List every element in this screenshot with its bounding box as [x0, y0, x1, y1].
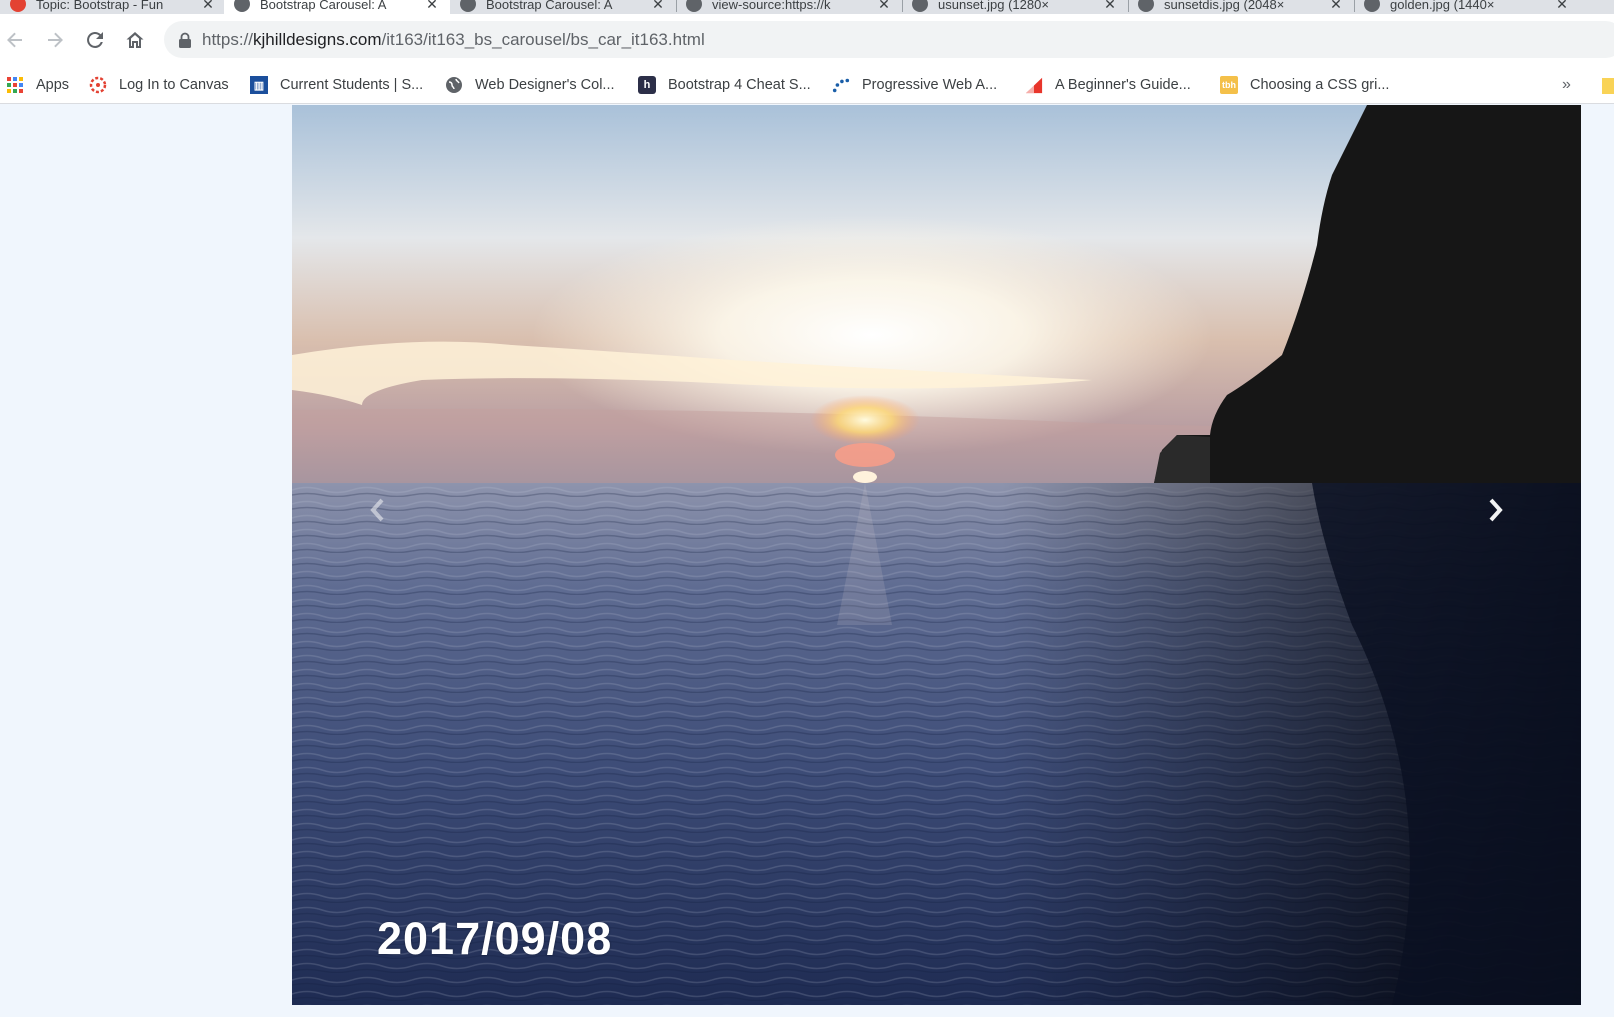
globe-icon: [1364, 0, 1380, 12]
carousel-prev-button[interactable]: [347, 475, 407, 545]
globe-icon: [912, 0, 928, 12]
home-button[interactable]: [123, 28, 147, 52]
bookmark-label: A Beginner's Guide...: [1055, 77, 1191, 93]
tab-title: Bootstrap Carousel: A: [486, 0, 613, 12]
bookmark-canvas[interactable]: Log In to Canvas: [89, 66, 229, 104]
chevron-left-icon: [370, 498, 384, 522]
back-button[interactable]: [3, 28, 27, 52]
lock-icon: [179, 32, 191, 48]
canvas-icon: [89, 76, 107, 94]
bookmark-current-students[interactable]: ▥ Current Students | S...: [250, 66, 423, 104]
close-icon[interactable]: ✕: [1328, 0, 1344, 13]
arrow-right-icon: [48, 32, 63, 48]
photo-date-stamp: 2017/09/08: [377, 913, 613, 964]
bookmark-css-grid[interactable]: tbh Choosing a CSS gri...: [1220, 66, 1389, 104]
address-bar[interactable]: https://kjhilldesigns.com/it163/it163_bs…: [164, 21, 1614, 58]
tab-title: sunsetdis.jpg (2048×: [1164, 0, 1285, 12]
globe-icon: [234, 0, 250, 12]
carousel-next-button[interactable]: [1466, 475, 1526, 545]
close-icon[interactable]: ✕: [1554, 0, 1570, 13]
globe-icon: [1138, 0, 1154, 12]
reload-icon: [87, 31, 103, 48]
folder-icon[interactable]: [1602, 78, 1614, 94]
tab-3[interactable]: Bootstrap Carousel: A ✕: [450, 0, 676, 14]
tab-title: Bootstrap Carousel: A: [260, 0, 387, 12]
tab-title: golden.jpg (1440×: [1390, 0, 1495, 12]
tab-7[interactable]: golden.jpg (1440× ✕: [1354, 0, 1580, 14]
bookmark-web-designer[interactable]: Web Designer's Col...: [445, 66, 615, 104]
bookmark-bootstrap-cheat[interactable]: h Bootstrap 4 Cheat S...: [638, 66, 811, 104]
bookmark-progressive-web[interactable]: Progressive Web A...: [832, 66, 997, 104]
forward-button[interactable]: [43, 28, 67, 52]
bookmark-label: Choosing a CSS gri...: [1250, 77, 1390, 93]
tab-2-active[interactable]: Bootstrap Carousel: A ✕: [224, 0, 450, 14]
tab-title: view-source:https://k: [712, 0, 831, 12]
bookmark-apps[interactable]: Apps: [6, 66, 69, 104]
tbh-icon: tbh: [1220, 76, 1238, 94]
chevron-right-icon: [1489, 498, 1503, 522]
globe-icon: [460, 0, 476, 12]
close-icon[interactable]: ✕: [424, 0, 440, 13]
apps-grid-icon: [6, 76, 24, 94]
close-icon[interactable]: ✕: [650, 0, 666, 13]
close-icon[interactable]: ✕: [876, 0, 892, 13]
bookmark-label: Apps: [36, 77, 70, 93]
url-path: /it163/it163_bs_carousel/bs_car_it163.ht…: [381, 29, 705, 49]
bookmark-label: Progressive Web A...: [862, 77, 998, 93]
bookmarks-overflow-button[interactable]: »: [1562, 66, 1571, 104]
red-flag-icon: [1025, 76, 1043, 94]
carousel-slide-image: [292, 105, 1581, 1005]
close-icon[interactable]: ✕: [1102, 0, 1118, 13]
bookmark-label: Log In to Canvas: [119, 77, 229, 93]
globe-icon: [445, 76, 463, 94]
tab-1[interactable]: Topic: Bootstrap - Fun ✕: [0, 0, 226, 14]
canvas-icon: [10, 0, 26, 12]
tab-6[interactable]: sunsetdis.jpg (2048× ✕: [1128, 0, 1354, 14]
carousel: 2017/09/08: [292, 105, 1581, 1005]
url-scheme: https://: [202, 29, 254, 49]
bookmark-label: Web Designer's Col...: [475, 77, 615, 93]
bookmark-label: Current Students | S...: [280, 77, 424, 93]
college-icon: ▥: [250, 76, 268, 94]
bookmark-label: Bootstrap 4 Cheat S...: [668, 77, 811, 93]
close-icon[interactable]: ✕: [200, 0, 216, 13]
bookmark-beginners-guide[interactable]: A Beginner's Guide...: [1025, 66, 1191, 104]
arrow-left-icon: [7, 32, 22, 48]
dots-icon: [832, 76, 850, 94]
tab-4[interactable]: view-source:https://k ✕: [676, 0, 902, 14]
tab-title: usunset.jpg (1280×: [938, 0, 1049, 12]
bookmarks-bar: Apps Log In to Canvas ▥ Current Students…: [0, 66, 1614, 104]
reload-button[interactable]: [83, 28, 107, 52]
home-icon: [126, 32, 144, 48]
url-text: https://kjhilldesigns.com/it163/it163_bs…: [202, 30, 705, 50]
url-host: kjhilldesigns.com: [253, 29, 382, 49]
tab-5[interactable]: usunset.jpg (1280× ✕: [902, 0, 1128, 14]
h-badge-icon: h: [638, 76, 656, 94]
tab-strip: Topic: Bootstrap - Fun ✕ Bootstrap Carou…: [0, 0, 1614, 14]
browser-toolbar: https://kjhilldesigns.com/it163/it163_bs…: [0, 14, 1614, 66]
globe-icon: [686, 0, 702, 12]
tab-title: Topic: Bootstrap - Fun: [36, 0, 164, 12]
page-content: 2017/09/08: [0, 105, 1614, 1017]
